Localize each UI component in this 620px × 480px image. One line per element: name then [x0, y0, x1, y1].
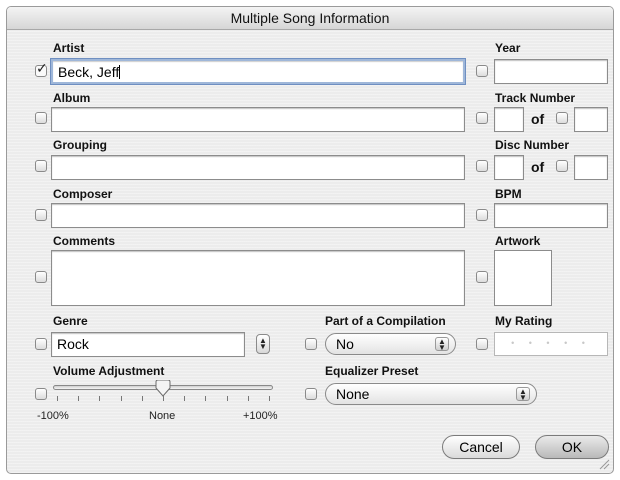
equalizer-preset-label: Equalizer Preset	[325, 364, 419, 378]
artwork-checkbox[interactable]	[476, 271, 488, 283]
track-total-field[interactable]	[574, 107, 608, 132]
up-down-arrows-icon: ▲ ▼	[259, 336, 267, 351]
window-title: Multiple Song Information	[230, 10, 390, 26]
volume-min-label: -100%	[37, 410, 69, 422]
album-checkbox[interactable]	[35, 112, 47, 124]
track-number-checkbox[interactable]	[476, 112, 488, 124]
volume-tick	[78, 396, 80, 401]
artwork-well[interactable]	[494, 250, 552, 306]
composer-label: Composer	[53, 187, 113, 201]
artwork-label: Artwork	[495, 234, 541, 248]
composer-checkbox[interactable]	[35, 209, 47, 221]
album-field[interactable]	[51, 107, 465, 132]
grouping-label: Grouping	[53, 138, 107, 152]
bpm-field[interactable]	[494, 203, 608, 228]
artist-value: Beck, Jeff	[58, 64, 120, 80]
popup-arrows-icon: ▲ ▼	[516, 387, 530, 402]
comments-checkbox[interactable]	[35, 271, 47, 283]
volume-tick	[141, 396, 143, 401]
volume-tick	[57, 396, 58, 401]
composer-field[interactable]	[51, 203, 465, 228]
genre-checkbox[interactable]	[35, 338, 47, 350]
track-number-label: Track Number	[495, 91, 576, 105]
compilation-checkbox[interactable]	[305, 338, 317, 350]
volume-tick	[184, 396, 186, 401]
volume-mid-label: None	[149, 410, 176, 422]
track-number-field[interactable]	[494, 107, 524, 132]
genre-field[interactable]: Rock	[51, 332, 245, 357]
track-of-label: of	[531, 111, 545, 127]
year-field[interactable]	[494, 59, 608, 84]
disc-number-field[interactable]	[494, 155, 524, 180]
rating-dots: • • • • •	[511, 338, 591, 348]
ok-button[interactable]: OK	[535, 435, 609, 459]
grouping-field[interactable]	[51, 155, 465, 180]
artist-label: Artist	[53, 41, 85, 55]
volume-tick	[99, 396, 101, 401]
volume-adjustment-label: Volume Adjustment	[53, 364, 165, 378]
volume-tick	[269, 396, 270, 401]
comments-label: Comments	[53, 234, 116, 248]
rating-checkbox[interactable]	[476, 338, 488, 350]
equalizer-popup[interactable]: None ▲ ▼	[325, 383, 537, 405]
cancel-button[interactable]: Cancel	[442, 435, 520, 459]
bpm-label: BPM	[495, 187, 522, 201]
compilation-value: No	[336, 336, 354, 352]
genre-stepper[interactable]: ▲ ▼	[256, 334, 270, 354]
volume-tick	[120, 396, 122, 401]
disc-total-checkbox[interactable]	[556, 160, 568, 172]
multiple-song-info-dialog: Multiple Song Information Artist ✓ Beck,…	[6, 6, 614, 474]
comments-field[interactable]	[51, 250, 465, 306]
disc-total-field[interactable]	[574, 155, 608, 180]
disc-number-label: Disc Number	[495, 138, 570, 152]
album-label: Album	[53, 91, 91, 105]
artist-field[interactable]: Beck, Jeff	[51, 59, 465, 84]
text-cursor-icon	[119, 65, 120, 79]
compilation-label: Part of a Compilation	[325, 314, 446, 328]
artist-checkbox[interactable]: ✓	[35, 61, 48, 77]
volume-tick	[205, 396, 207, 401]
genre-value: Rock	[57, 336, 89, 352]
volume-max-label: +100%	[243, 410, 278, 422]
year-label: Year	[495, 41, 521, 55]
disc-number-checkbox[interactable]	[476, 160, 488, 172]
genre-label: Genre	[53, 314, 88, 328]
volume-tick	[163, 396, 164, 401]
year-checkbox[interactable]	[476, 65, 488, 77]
grouping-checkbox[interactable]	[35, 160, 47, 172]
checkmark-icon: ✓	[36, 60, 48, 76]
my-rating-label: My Rating	[495, 314, 553, 328]
resize-grip-icon[interactable]	[598, 458, 610, 470]
rating-stars[interactable]: • • • • •	[494, 332, 608, 356]
equalizer-value: None	[336, 386, 370, 402]
track-total-checkbox[interactable]	[556, 112, 568, 124]
equalizer-checkbox[interactable]	[305, 388, 317, 400]
compilation-popup[interactable]: No ▲ ▼	[325, 333, 456, 355]
popup-arrows-icon: ▲ ▼	[435, 337, 449, 352]
bpm-checkbox[interactable]	[476, 209, 488, 221]
volume-tick	[226, 396, 228, 401]
title-bar[interactable]: Multiple Song Information	[7, 7, 613, 30]
volume-checkbox[interactable]	[35, 388, 47, 400]
disc-of-label: of	[531, 159, 545, 175]
volume-tick	[247, 396, 249, 401]
